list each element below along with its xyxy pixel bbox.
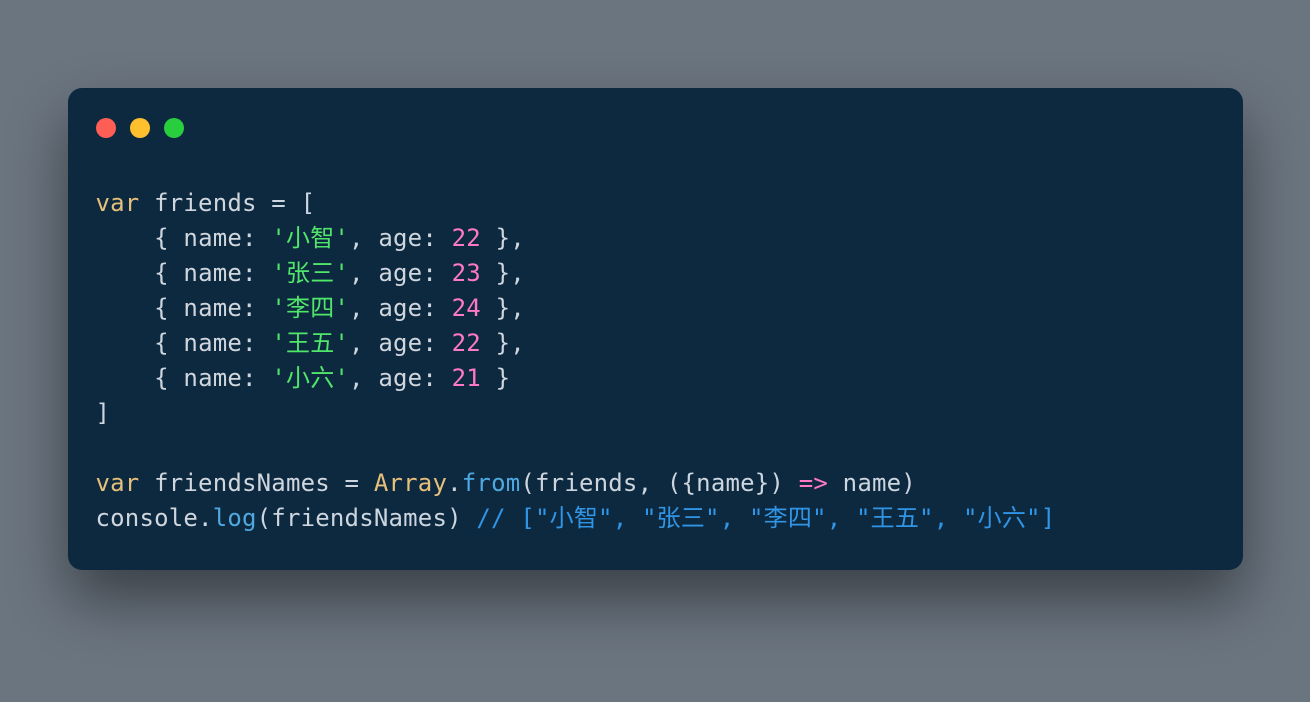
number-literal: 24 [452, 294, 481, 322]
string-literal: '张三' [271, 259, 349, 287]
property-key: age [378, 329, 422, 357]
punctuation: , [349, 224, 378, 252]
punctuation: = [ [257, 189, 316, 217]
property-key: name [183, 364, 242, 392]
property-key: age [378, 294, 422, 322]
punctuation: = [330, 469, 374, 497]
punctuation: } [481, 364, 510, 392]
code-text [139, 189, 154, 217]
property-key: name [183, 329, 242, 357]
punctuation: ] [96, 399, 111, 427]
punctuation: , [349, 294, 378, 322]
code-text [139, 469, 154, 497]
method-name: from [462, 469, 521, 497]
punctuation: , [349, 259, 378, 287]
punctuation: . [447, 469, 462, 497]
punctuation: : [242, 259, 271, 287]
indent [96, 329, 155, 357]
class-name: Array [374, 469, 447, 497]
arrow-operator: => [799, 469, 828, 497]
number-literal: 22 [452, 224, 481, 252]
punctuation: }, [481, 329, 525, 357]
string-literal: '李四' [271, 294, 349, 322]
property-key: age [378, 224, 422, 252]
minimize-icon [130, 118, 150, 138]
indent [96, 364, 155, 392]
punctuation: name) [828, 469, 916, 497]
punctuation: , [349, 329, 378, 357]
punctuation: { [154, 259, 183, 287]
code-block: var friends = [ { name: '小智', age: 22 },… [96, 186, 1215, 536]
string-literal: '小智' [271, 224, 349, 252]
punctuation: { [154, 224, 183, 252]
number-literal: 23 [452, 259, 481, 287]
punctuation: : [422, 259, 451, 287]
punctuation: , [349, 364, 378, 392]
punctuation: }, [481, 259, 525, 287]
indent [96, 259, 155, 287]
indent [96, 294, 155, 322]
punctuation: (friendsNames) [257, 504, 477, 532]
maximize-icon [164, 118, 184, 138]
property-key: age [378, 364, 422, 392]
identifier: friends [154, 189, 257, 217]
punctuation: : [422, 364, 451, 392]
punctuation: }, [481, 294, 525, 322]
punctuation: { [154, 329, 183, 357]
keyword-var: var [96, 469, 140, 497]
indent [96, 224, 155, 252]
string-literal: '王五' [271, 329, 349, 357]
punctuation: }, [481, 224, 525, 252]
property-key: age [378, 259, 422, 287]
punctuation: (friends, ({name}) [520, 469, 798, 497]
punctuation: { [154, 294, 183, 322]
string-literal: '小六' [271, 364, 349, 392]
keyword-var: var [96, 189, 140, 217]
punctuation: : [242, 364, 271, 392]
punctuation: : [422, 294, 451, 322]
comment: // ["小智", "张三", "李四", "王五", "小六"] [476, 504, 1055, 532]
console-object: console [96, 504, 199, 532]
identifier: friendsNames [154, 469, 330, 497]
punctuation: : [242, 224, 271, 252]
number-literal: 21 [452, 364, 481, 392]
close-icon [96, 118, 116, 138]
property-key: name [183, 224, 242, 252]
punctuation: : [242, 294, 271, 322]
punctuation: { [154, 364, 183, 392]
code-window: var friends = [ { name: '小智', age: 22 },… [68, 88, 1243, 570]
method-name: log [213, 504, 257, 532]
property-key: name [183, 294, 242, 322]
punctuation: : [242, 329, 271, 357]
punctuation: . [198, 504, 213, 532]
punctuation: : [422, 329, 451, 357]
property-key: name [183, 259, 242, 287]
number-literal: 22 [452, 329, 481, 357]
punctuation: : [422, 224, 451, 252]
window-traffic-lights [96, 118, 1215, 138]
